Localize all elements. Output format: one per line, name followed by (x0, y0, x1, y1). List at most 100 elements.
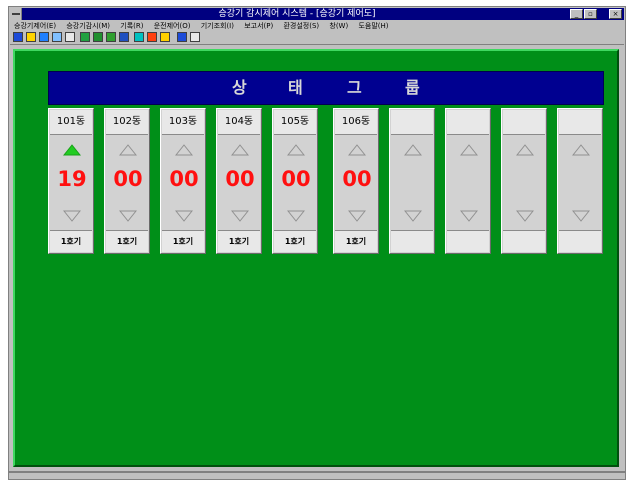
unit-label: 1호기 (274, 230, 316, 252)
elevator-panel: 101동 19 1호기 (48, 108, 94, 254)
elevator-column[interactable] (557, 108, 603, 254)
tile-icon[interactable] (190, 32, 200, 42)
elevator-column[interactable] (501, 108, 547, 254)
unit-label: 1호기 (335, 230, 377, 252)
banner-letter: 룹 (405, 78, 420, 97)
elevator-column[interactable]: 102동 00 1호기 (104, 108, 150, 254)
status-group-panel: 상 태 그 룹 101동 19 1호기 102동 00 1호기 103동 00 … (13, 49, 619, 467)
app-window: 승강기 감시제어 시스템 - [승강기 제어도] _ ▫ × 승강기제어(E) … (8, 6, 626, 472)
window-title: 승강기 감시제어 시스템 - [승강기 제어도] (218, 9, 376, 19)
up-arrow-icon (348, 144, 366, 156)
up-arrow-icon (516, 144, 534, 156)
up-arrow-icon (287, 144, 305, 156)
banner-letter: 상 (232, 78, 247, 97)
window-icon[interactable] (177, 32, 187, 42)
building-label: 106동 (335, 110, 377, 135)
elevator-column[interactable] (445, 108, 491, 254)
home-icon[interactable] (13, 32, 23, 42)
menu-item-report[interactable]: 보고서(P) (244, 21, 273, 31)
elevator-column[interactable]: 101동 19 1호기 (48, 108, 94, 254)
down-arrow-icon (460, 210, 478, 222)
unit-label: 1호기 (50, 230, 92, 252)
elevator-column[interactable]: 103동 00 1호기 (160, 108, 206, 254)
maximize-button[interactable]: ▫ (584, 9, 597, 19)
down-arrow-icon (287, 210, 305, 222)
menu-item-record[interactable]: 기록(R) (120, 21, 143, 31)
up-arrow-icon (231, 144, 249, 156)
grid-icon[interactable] (52, 32, 62, 42)
unit-label: 1호기 (106, 230, 148, 252)
building-label: 102동 (106, 110, 148, 135)
cube-icon[interactable] (119, 32, 129, 42)
banner-letter: 태 (288, 78, 303, 97)
building-label (503, 110, 545, 135)
unit-label: 1호기 (162, 230, 204, 252)
elevator-panel: 105동 00 1호기 (272, 108, 318, 254)
save-icon[interactable] (80, 32, 90, 42)
elevator-column[interactable] (389, 108, 435, 254)
floor-number: 00 (342, 167, 372, 191)
up-arrow-icon (572, 144, 590, 156)
unit-label (391, 230, 433, 252)
elevator-column[interactable]: 104동 00 1호기 (216, 108, 262, 254)
up-arrow-icon (175, 144, 193, 156)
chart-icon[interactable] (93, 32, 103, 42)
status-group-banner: 상 태 그 룹 (48, 71, 604, 105)
unit-label: 1호기 (218, 230, 260, 252)
building-label: 103동 (162, 110, 204, 135)
monitor-icon[interactable] (39, 32, 49, 42)
building-label (391, 110, 433, 135)
menu-item-equipment[interactable]: 기기조회(I) (201, 21, 234, 31)
up-arrow-icon (460, 144, 478, 156)
building-label: 101동 (50, 110, 92, 135)
building-label: 105동 (274, 110, 316, 135)
minimize-button[interactable]: _ (570, 9, 583, 19)
close-button[interactable]: × (609, 9, 622, 19)
elevator-panel: 106동 00 1호기 (333, 108, 379, 254)
menu-bar: 승강기제어(E) 승강기감시(M) 기록(R) 운전제어(O) 기기조회(I) … (10, 21, 624, 31)
unit-label (559, 230, 601, 252)
menu-item-monitor[interactable]: 승강기감시(M) (66, 21, 110, 31)
up-arrow-icon (63, 144, 81, 156)
elevator-column[interactable]: 105동 00 1호기 (272, 108, 318, 254)
print-icon[interactable] (65, 32, 75, 42)
toolbar (10, 31, 624, 45)
building-label: 104동 (218, 110, 260, 135)
menu-item-settings[interactable]: 환경설정(S) (283, 21, 319, 31)
floor-number: 00 (225, 167, 255, 191)
up-arrow-icon (119, 144, 137, 156)
elevator-panel (557, 108, 603, 254)
menu-item-help[interactable]: 도움말(H) (358, 21, 388, 31)
elevator-panel: 103동 00 1호기 (160, 108, 206, 254)
up-arrow-icon (404, 144, 422, 156)
unit-label (503, 230, 545, 252)
menu-item-window[interactable]: 창(W) (329, 21, 348, 31)
elevator-panel (445, 108, 491, 254)
flag-icon[interactable] (160, 32, 170, 42)
stop-icon[interactable] (147, 32, 157, 42)
down-arrow-icon (404, 210, 422, 222)
list-icon[interactable] (106, 32, 116, 42)
menu-item-operation[interactable]: 운전제어(O) (154, 21, 191, 31)
system-menu-icon[interactable] (10, 8, 22, 20)
help-icon[interactable] (134, 32, 144, 42)
down-arrow-icon (348, 210, 366, 222)
elevator-panel: 102동 00 1호기 (104, 108, 150, 254)
elevator-panel: 104동 00 1호기 (216, 108, 262, 254)
floor-number: 00 (169, 167, 199, 191)
floor-number: 19 (57, 167, 87, 191)
menu-item-control[interactable]: 승강기제어(E) (14, 21, 56, 31)
open-icon[interactable] (26, 32, 36, 42)
elevator-column[interactable]: 106동 00 1호기 (333, 108, 379, 254)
unit-label (447, 230, 489, 252)
down-arrow-icon (63, 210, 81, 222)
down-arrow-icon (231, 210, 249, 222)
elevator-panel (501, 108, 547, 254)
building-label (447, 110, 489, 135)
floor-number: 00 (113, 167, 143, 191)
down-arrow-icon (119, 210, 137, 222)
banner-letter: 그 (347, 78, 362, 97)
down-arrow-icon (572, 210, 590, 222)
building-label (559, 110, 601, 135)
down-arrow-icon (175, 210, 193, 222)
